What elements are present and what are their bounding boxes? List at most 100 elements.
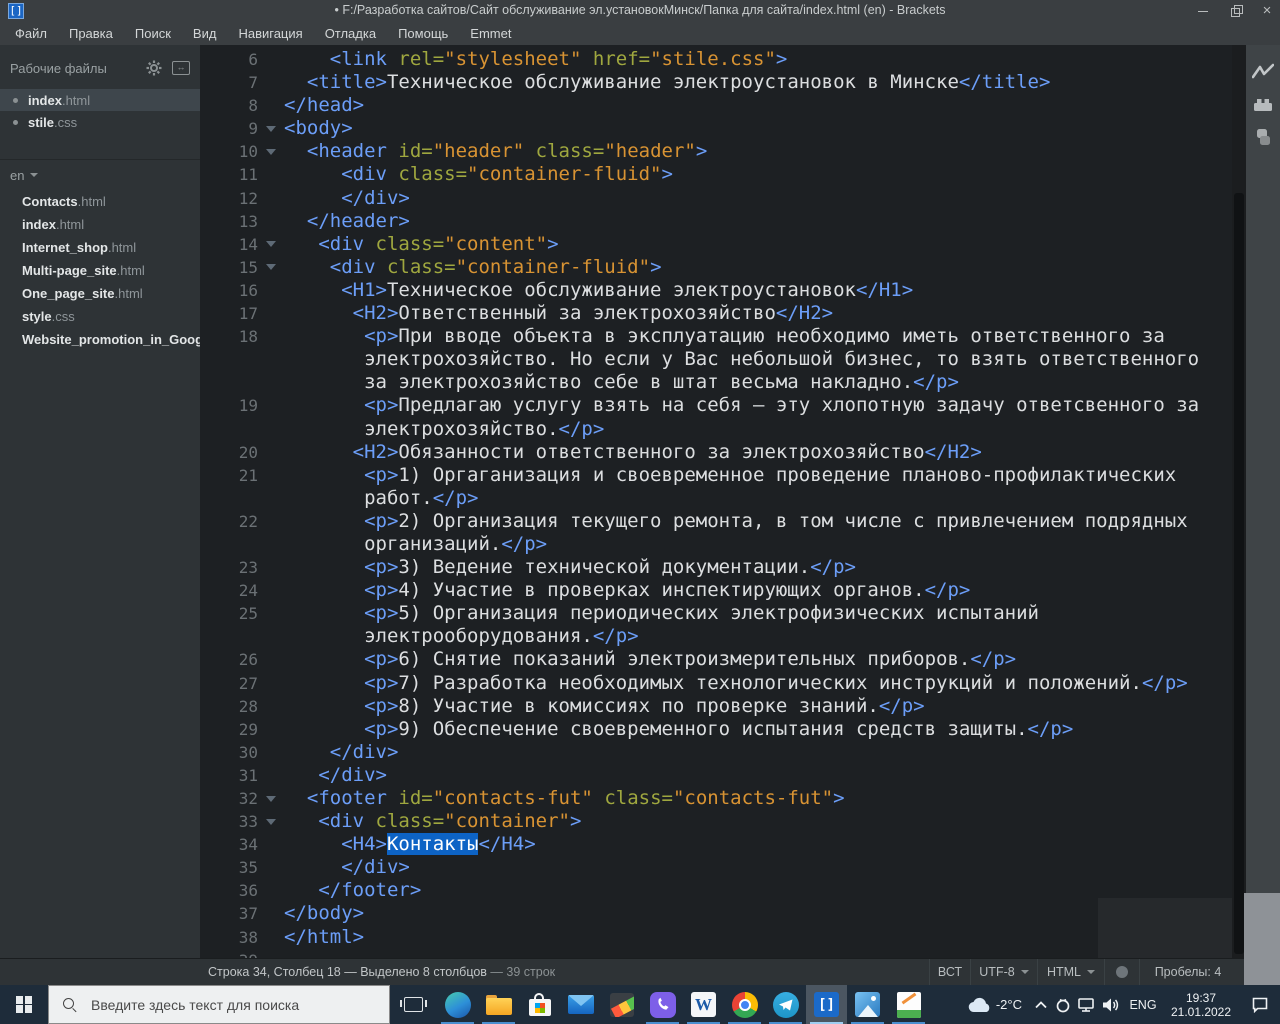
line-number[interactable]: 23 — [200, 556, 258, 579]
line-number[interactable]: 14 — [200, 233, 258, 256]
fold-arrow-icon[interactable] — [258, 233, 284, 256]
split-view-icon[interactable]: ↔ — [172, 61, 190, 75]
menu-item[interactable]: Правка — [58, 22, 124, 45]
minimize-icon[interactable] — [1196, 4, 1210, 18]
taskbar-app-mail[interactable] — [560, 985, 601, 1024]
line-number[interactable] — [200, 625, 258, 648]
taskbar-app-chrome[interactable] — [724, 985, 765, 1024]
line-number[interactable]: 13 — [200, 210, 258, 233]
line-number[interactable] — [200, 371, 258, 394]
project-dropdown[interactable]: en — [0, 160, 200, 190]
code-row[interactable]: работ.</p> — [200, 487, 1232, 510]
line-number[interactable]: 36 — [200, 879, 258, 902]
action-center-icon[interactable] — [1240, 985, 1280, 1024]
menu-item[interactable]: Emmet — [459, 22, 522, 45]
line-number[interactable]: 20 — [200, 441, 258, 464]
line-number[interactable]: 26 — [200, 648, 258, 671]
project-file-item[interactable]: index .html — [0, 213, 200, 236]
code-row[interactable]: 28 <p>8) Участие в комиссиях по проверке … — [200, 695, 1232, 718]
code-row[interactable]: 16 <H1>Техническое обслуживание электроус… — [200, 279, 1232, 302]
code-row[interactable]: 36 </footer> — [200, 879, 1232, 902]
code-row[interactable]: 34 <H4>Контакты</H4> — [200, 833, 1232, 856]
live-preview-icon[interactable] — [1252, 63, 1274, 81]
line-number[interactable] — [200, 487, 258, 510]
fold-arrow-icon[interactable] — [258, 787, 284, 810]
fold-arrow-icon[interactable] — [258, 140, 284, 163]
code-row[interactable]: 22 <p>2) Организация текущего ремонта, в … — [200, 510, 1232, 533]
task-view-button[interactable] — [390, 985, 437, 1024]
line-number[interactable]: 24 — [200, 579, 258, 602]
code-row[interactable]: 18 <p>При вводе объекта в эксплуатацию не… — [200, 325, 1232, 348]
clock[interactable]: 19:37 21.01.2022 — [1162, 985, 1240, 1024]
tray-circle-icon[interactable] — [1052, 985, 1074, 1024]
code-row[interactable]: 31 </div> — [200, 764, 1232, 787]
code-row[interactable]: 32 <footer id="contacts-fut" class="conta… — [200, 787, 1232, 810]
project-file-item[interactable]: Website_promotion_in_Google.html — [0, 328, 200, 351]
taskbar-app-word[interactable]: W — [683, 985, 724, 1024]
close-icon[interactable]: × — [1260, 3, 1274, 18]
code-row[interactable]: 9 <body> — [200, 117, 1232, 140]
code-row[interactable]: 26 <p>6) Снятие показаний электроизмерите… — [200, 648, 1232, 671]
code-row[interactable]: 17 <H2>Ответственный за электрохозяйство<… — [200, 302, 1232, 325]
taskbar-app-viber[interactable] — [642, 985, 683, 1024]
gear-icon[interactable] — [146, 60, 162, 76]
project-file-item[interactable]: Contacts .html — [0, 190, 200, 213]
code-row[interactable]: 30 </div> — [200, 741, 1232, 764]
line-number[interactable]: 21 — [200, 464, 258, 487]
language-selector[interactable]: HTML — [1037, 959, 1104, 985]
code-row[interactable]: 10 <header id="header" class="header"> — [200, 140, 1232, 163]
code-row[interactable]: 39 — [200, 949, 1232, 958]
menu-item[interactable]: Файл — [4, 22, 58, 45]
line-number[interactable]: 15 — [200, 256, 258, 279]
search-input[interactable] — [89, 995, 353, 1014]
fold-arrow-icon[interactable] — [258, 256, 284, 279]
fold-arrow-icon[interactable] — [258, 117, 284, 140]
line-number[interactable]: 19 — [200, 394, 258, 417]
line-number[interactable]: 33 — [200, 810, 258, 833]
code-row[interactable]: 38 </html> — [200, 926, 1232, 949]
project-file-item[interactable]: Internet_shop .html — [0, 236, 200, 259]
project-file-item[interactable]: One_page_site .html — [0, 282, 200, 305]
line-number[interactable]: 11 — [200, 163, 258, 186]
code-row[interactable]: 20 <H2>Обязанности ответственного за элек… — [200, 441, 1232, 464]
project-file-item[interactable]: Multi-page_site .html — [0, 259, 200, 282]
line-number[interactable]: 39 — [200, 949, 258, 958]
line-number[interactable]: 37 — [200, 902, 258, 925]
code-row[interactable]: электрооборудования.</p> — [200, 625, 1232, 648]
line-number[interactable]: 16 — [200, 279, 258, 302]
line-number[interactable]: 25 — [200, 602, 258, 625]
line-number[interactable] — [200, 348, 258, 371]
code-row[interactable]: 6 <link rel="stylesheet" href="stile.css"… — [200, 48, 1232, 71]
line-number[interactable] — [200, 418, 258, 441]
working-file-item[interactable]: stile .css — [0, 111, 200, 133]
code-row[interactable]: организаций.</p> — [200, 533, 1232, 556]
line-number[interactable]: 12 — [200, 187, 258, 210]
line-number[interactable]: 22 — [200, 510, 258, 533]
editor-scrollbar[interactable] — [1232, 45, 1246, 958]
restore-icon[interactable] — [1228, 4, 1243, 18]
line-number[interactable]: 31 — [200, 764, 258, 787]
taskbar-app-text-editor[interactable] — [888, 985, 929, 1024]
taskbar-app-graphics-editor[interactable] — [601, 985, 642, 1024]
menu-item[interactable]: Помощь — [387, 22, 459, 45]
taskbar-app-brackets[interactable]: [] — [806, 985, 847, 1024]
line-number[interactable]: 34 — [200, 833, 258, 856]
menu-item[interactable]: Поиск — [124, 22, 182, 45]
menu-item[interactable]: Навигация — [227, 22, 313, 45]
code-row[interactable]: 8 </head> — [200, 94, 1232, 117]
file-dirty-dot[interactable] — [13, 98, 18, 103]
code-row[interactable]: 13 </header> — [200, 210, 1232, 233]
line-number[interactable]: 17 — [200, 302, 258, 325]
keyboard-language[interactable]: ENG — [1124, 985, 1162, 1024]
line-number[interactable]: 38 — [200, 926, 258, 949]
taskbar-app-file-explorer[interactable] — [478, 985, 519, 1024]
extension-plugin-icon[interactable] — [1253, 127, 1273, 147]
taskbar-app-microsoft-store[interactable] — [519, 985, 560, 1024]
menu-item[interactable]: Отладка — [314, 22, 387, 45]
working-file-item[interactable]: index .html — [0, 89, 200, 111]
code-editor[interactable]: 6 <link rel="stylesheet" href="stile.css"… — [200, 45, 1232, 958]
volume-icon[interactable] — [1098, 985, 1124, 1024]
taskbar-app-telegram[interactable] — [765, 985, 806, 1024]
hidden-icons-chevron[interactable] — [1030, 985, 1052, 1024]
line-number[interactable]: 30 — [200, 741, 258, 764]
